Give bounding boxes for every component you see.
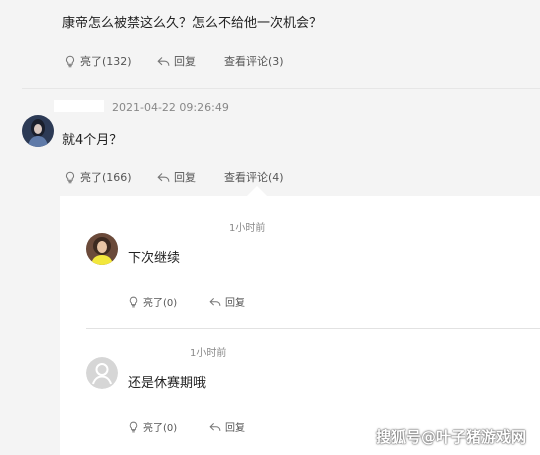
user-avatar-image (22, 115, 54, 147)
like-label: 亮了(166) (80, 171, 132, 184)
comment-text: 就4个月？ (62, 133, 123, 148)
reply-label: 回复 (174, 171, 196, 184)
reply-button[interactable]: 回复 (209, 294, 245, 309)
like-label: 亮了(0) (143, 423, 178, 434)
like-label: 亮了(132) (80, 55, 132, 68)
like-button[interactable]: 亮了(0) (128, 419, 177, 434)
reply-button[interactable]: 回复 (209, 419, 245, 434)
reply-time: 1小时前 (190, 348, 227, 359)
panel-pointer (247, 186, 267, 196)
view-comments-link[interactable]: 查看评论(4) (224, 169, 284, 185)
comment-text: 康帝怎么被禁这么久？怎么不给他一次机会？ (62, 16, 323, 31)
avatar[interactable] (86, 233, 118, 265)
like-button[interactable]: 亮了(0) (128, 294, 177, 309)
reply-label: 回复 (225, 298, 245, 309)
reply-label: 回复 (225, 423, 245, 434)
lightbulb-icon (129, 296, 138, 307)
comment-timestamp: 2021-04-22 09:26:49 (112, 101, 229, 114)
like-label: 亮了(0) (143, 298, 178, 309)
reply-arrow-icon (157, 172, 170, 182)
redacted-username (54, 100, 104, 112)
view-comments-label: 查看评论(3) (224, 55, 284, 68)
reply-text: 还是休赛期哦 (128, 376, 207, 391)
user-placeholder-icon (86, 357, 118, 389)
replies-panel (60, 196, 540, 455)
lightbulb-icon (65, 171, 75, 183)
user-avatar-image (86, 233, 118, 265)
view-comments-link[interactable]: 查看评论(3) (224, 53, 284, 69)
watermark: 搜狐号@叶子猪游戏网 (375, 428, 526, 446)
comment-divider (22, 88, 540, 89)
reply-arrow-icon (209, 297, 221, 306)
reply-button[interactable]: 回复 (157, 53, 196, 69)
reply-button[interactable]: 回复 (157, 169, 196, 185)
reply-arrow-icon (157, 56, 170, 66)
avatar[interactable] (22, 115, 54, 147)
reply-text: 下次继续 (128, 251, 181, 266)
lightbulb-icon (129, 421, 138, 432)
like-button[interactable]: 亮了(132) (64, 53, 132, 69)
lightbulb-icon (65, 55, 75, 67)
view-comments-label: 查看评论(4) (224, 171, 284, 184)
default-avatar[interactable] (86, 357, 118, 389)
reply-arrow-icon (209, 422, 221, 431)
reply-label: 回复 (174, 55, 196, 68)
reply-time: 1小时前 (229, 223, 266, 234)
like-button[interactable]: 亮了(166) (64, 169, 132, 185)
reply-divider (86, 328, 540, 329)
